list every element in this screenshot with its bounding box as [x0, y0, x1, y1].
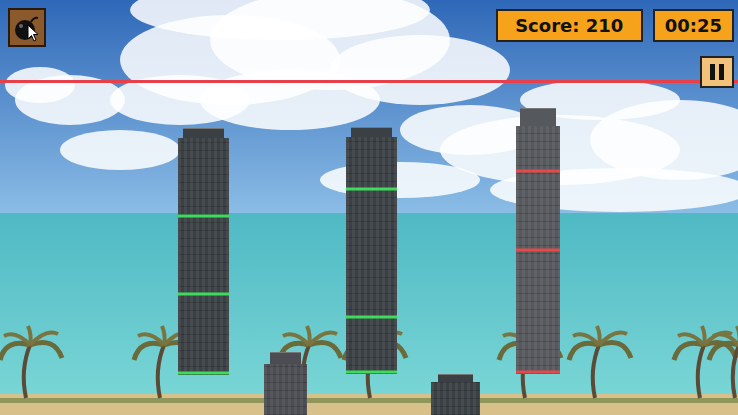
height-limit-line: [0, 80, 738, 83]
tower-body: [178, 138, 229, 375]
tower-body: [264, 364, 307, 415]
bomb-button[interactable]: [8, 8, 46, 47]
tower-roof: [270, 352, 300, 364]
floor-marker: [516, 370, 560, 373]
tower-body: [431, 382, 480, 415]
bomb-icon: [12, 13, 42, 43]
floor-marker: [346, 188, 397, 191]
palm-tree: [569, 326, 631, 398]
tower-roof: [438, 374, 472, 382]
tower: [178, 128, 229, 375]
floor-marker: [516, 169, 560, 172]
tower: [516, 108, 560, 374]
cloud: [60, 130, 180, 170]
pause-button[interactable]: [700, 56, 734, 88]
floor-marker: [178, 215, 229, 218]
tower-roof: [520, 108, 556, 126]
cursor-icon: [27, 24, 39, 42]
floor-marker: [516, 249, 560, 252]
palm-tree: [0, 326, 62, 398]
tower-roof: [351, 127, 393, 137]
palm-tree: [709, 326, 738, 398]
floor-marker: [178, 293, 229, 296]
floor-marker: [346, 316, 397, 319]
tower-body: [346, 137, 397, 374]
floor-marker: [346, 370, 397, 373]
pause-icon: [710, 64, 724, 80]
cloud: [200, 70, 380, 130]
tower: [431, 374, 480, 415]
floor-marker: [178, 371, 229, 374]
tower: [346, 127, 397, 374]
cloud: [5, 67, 75, 103]
tower-roof: [183, 128, 225, 138]
tower: [264, 352, 307, 415]
tower-body: [516, 126, 560, 374]
grass: [0, 398, 738, 403]
cloud: [130, 0, 430, 40]
timer-display: 00:25: [653, 9, 734, 42]
game-screen: Score: 210 00:25: [0, 0, 738, 415]
cloud: [320, 162, 480, 198]
score-display: Score: 210: [496, 9, 643, 42]
